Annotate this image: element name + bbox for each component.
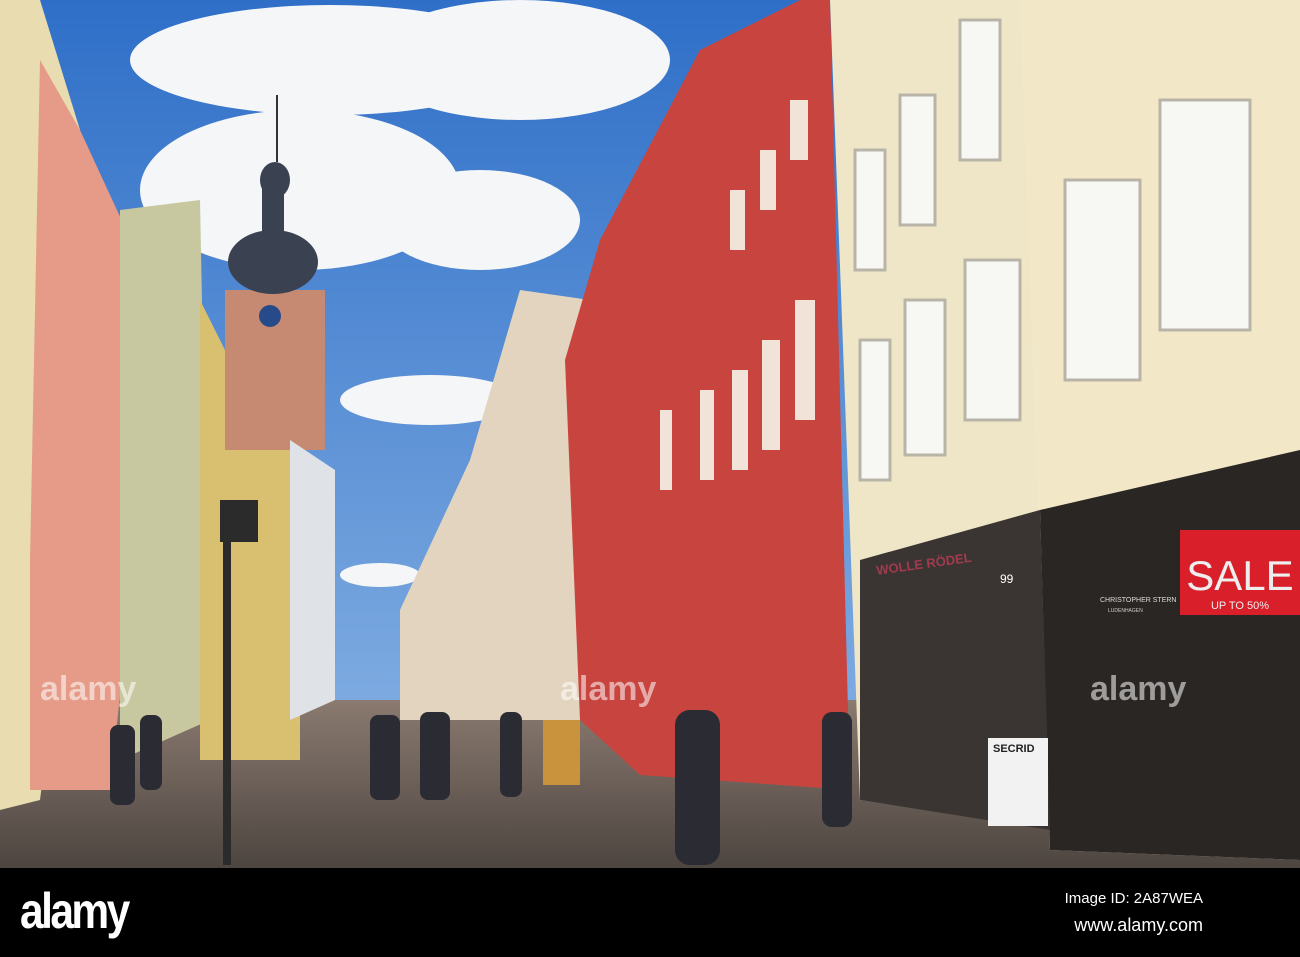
alamy-logo: alamy <box>20 883 130 939</box>
street-scene-photo: SALE UP TO 50% WOLLE RÖDEL 99 CHRISTOPHE… <box>0 0 1300 868</box>
secrid-sign: SECRID <box>993 743 1035 755</box>
watermark: alamy <box>560 670 657 708</box>
footer-bar: alamy Image ID: 2A87WEA www.alamy.com <box>0 868 1300 957</box>
sale-sign-subtext: UP TO 50% <box>1211 600 1269 612</box>
site-url: www.alamy.com <box>1074 915 1203 935</box>
house-number: 99 <box>1000 572 1014 586</box>
stock-photo: SALE UP TO 50% WOLLE RÖDEL 99 CHRISTOPHE… <box>0 0 1300 957</box>
image-id: Image ID: 2A87WEA <box>1064 890 1203 907</box>
christopher-stern-sign: CHRISTOPHER STERN <box>1100 597 1177 604</box>
watermark: alamy <box>40 670 137 708</box>
menu-board <box>543 720 580 785</box>
shop-front-dark <box>1040 450 1300 860</box>
sale-sign-text: SALE <box>1186 552 1293 599</box>
scaffolding <box>290 440 335 720</box>
watermark: alamy <box>1090 670 1187 708</box>
christopher-stern-subtext: LUDENHAGEN <box>1108 608 1143 614</box>
